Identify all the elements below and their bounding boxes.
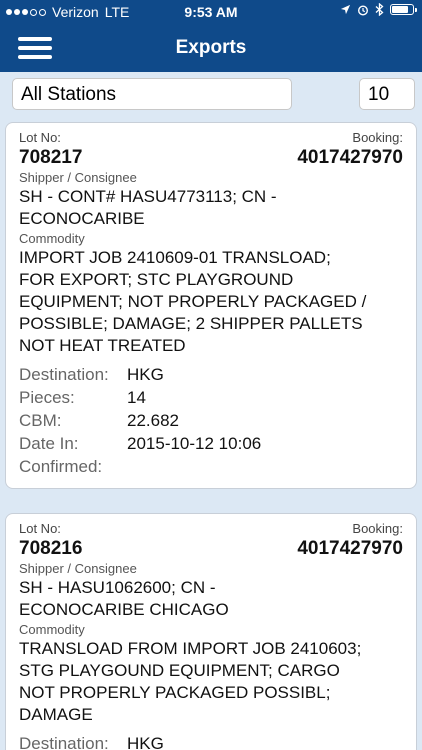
card-header-values: 708216 4017427970 bbox=[19, 538, 403, 560]
navigation-bar: Exports bbox=[0, 24, 422, 72]
text-line: IMPORT JOB 2410609-01 TRANSLOAD; bbox=[19, 248, 331, 267]
pieces-value: 14 bbox=[127, 388, 146, 407]
commodity-label: Commodity bbox=[19, 231, 85, 246]
text-line: SH - CONT# HASU4773113; CN - bbox=[19, 187, 277, 206]
destination-value: HKG bbox=[127, 365, 164, 384]
station-select[interactable]: All Stations bbox=[12, 78, 292, 110]
pieces-label: Pieces: bbox=[19, 388, 75, 407]
battery-level bbox=[392, 6, 408, 13]
card-header-values: 708217 4017427970 bbox=[19, 147, 403, 169]
export-card[interactable]: Lot No: Booking: 708216 4017427970 Shipp… bbox=[5, 513, 417, 750]
filter-bar: All Stations 10 bbox=[0, 72, 422, 118]
location-arrow-icon bbox=[340, 4, 351, 15]
cbm-value: 22.682 bbox=[127, 411, 179, 430]
date-in-value: 2015-10-12 10:06 bbox=[127, 434, 262, 453]
destination-value: HKG bbox=[127, 734, 164, 750]
lot-no-label: Lot No: bbox=[19, 521, 61, 536]
confirmed-row: Confirmed: bbox=[19, 455, 403, 478]
card-header-labels: Lot No: Booking: bbox=[19, 520, 403, 538]
text-line: DAMAGE bbox=[19, 705, 93, 724]
status-bar: Verizon LTE 9:53 AM bbox=[0, 0, 422, 24]
lot-number: 708217 bbox=[19, 147, 83, 168]
card-header-labels: Lot No: Booking: bbox=[19, 129, 403, 147]
destination-row: Destination: HKG bbox=[19, 363, 403, 386]
text-line: NOT HEAT TREATED bbox=[19, 336, 186, 355]
lot-number: 708216 bbox=[19, 538, 83, 559]
shipper-consignee-label: Shipper / Consignee bbox=[19, 561, 137, 576]
text-line: TRANSLOAD FROM IMPORT JOB 2410603; bbox=[19, 639, 362, 658]
date-in-label: Date In: bbox=[19, 434, 79, 453]
cbm-row: CBM: 22.682 bbox=[19, 409, 403, 432]
status-right bbox=[340, 3, 417, 16]
text-line: POSSIBLE; DAMAGE; 2 SHIPPER PALLETS bbox=[19, 314, 363, 333]
confirmed-label: Confirmed: bbox=[19, 457, 103, 476]
text-line: FOR EXPORT; STC PLAYGROUND bbox=[19, 270, 294, 289]
text-line: SH - HASU1062600; CN - bbox=[19, 578, 216, 597]
commodity-text: TRANSLOAD FROM IMPORT JOB 2410603; STG P… bbox=[19, 638, 403, 726]
lot-no-label: Lot No: bbox=[19, 130, 61, 145]
text-line: ECONOCARIBE CHICAGO bbox=[19, 600, 229, 619]
exports-list[interactable]: Lot No: Booking: 708217 4017427970 Shipp… bbox=[0, 118, 422, 750]
shipper-consignee-text: SH - HASU1062600; CN - ECONOCARIBE CHICA… bbox=[19, 577, 403, 621]
text-line: STG PLAYGOUND EQUIPMENT; CARGO bbox=[19, 661, 340, 680]
shipper-consignee-text: SH - CONT# HASU4773113; CN - ECONOCARIBE bbox=[19, 186, 403, 230]
destination-row: Destination: HKG bbox=[19, 732, 403, 750]
export-card[interactable]: Lot No: Booking: 708217 4017427970 Shipp… bbox=[5, 122, 417, 489]
text-line: ECONOCARIBE bbox=[19, 209, 145, 228]
commodity-text: IMPORT JOB 2410609-01 TRANSLOAD; FOR EXP… bbox=[19, 247, 403, 357]
destination-label: Destination: bbox=[19, 365, 109, 384]
battery-icon bbox=[390, 4, 417, 15]
shipper-consignee-label: Shipper / Consignee bbox=[19, 170, 137, 185]
pieces-row: Pieces: 14 bbox=[19, 386, 403, 409]
bluetooth-icon bbox=[375, 3, 384, 16]
text-line: EQUIPMENT; NOT PROPERLY PACKAGED / bbox=[19, 292, 367, 311]
result-count-input[interactable]: 10 bbox=[359, 78, 415, 110]
booking-label: Booking: bbox=[352, 521, 403, 536]
alarm-icon bbox=[357, 4, 369, 16]
page-title: Exports bbox=[175, 37, 247, 58]
destination-label: Destination: bbox=[19, 734, 109, 750]
commodity-label: Commodity bbox=[19, 622, 85, 637]
cbm-label: CBM: bbox=[19, 411, 62, 430]
booking-number: 4017427970 bbox=[297, 538, 403, 559]
text-line: NOT PROPERLY PACKAGED POSSIBL; bbox=[19, 683, 331, 702]
date-in-row: Date In: 2015-10-12 10:06 bbox=[19, 432, 403, 455]
booking-number: 4017427970 bbox=[297, 147, 403, 168]
booking-label: Booking: bbox=[352, 130, 403, 145]
